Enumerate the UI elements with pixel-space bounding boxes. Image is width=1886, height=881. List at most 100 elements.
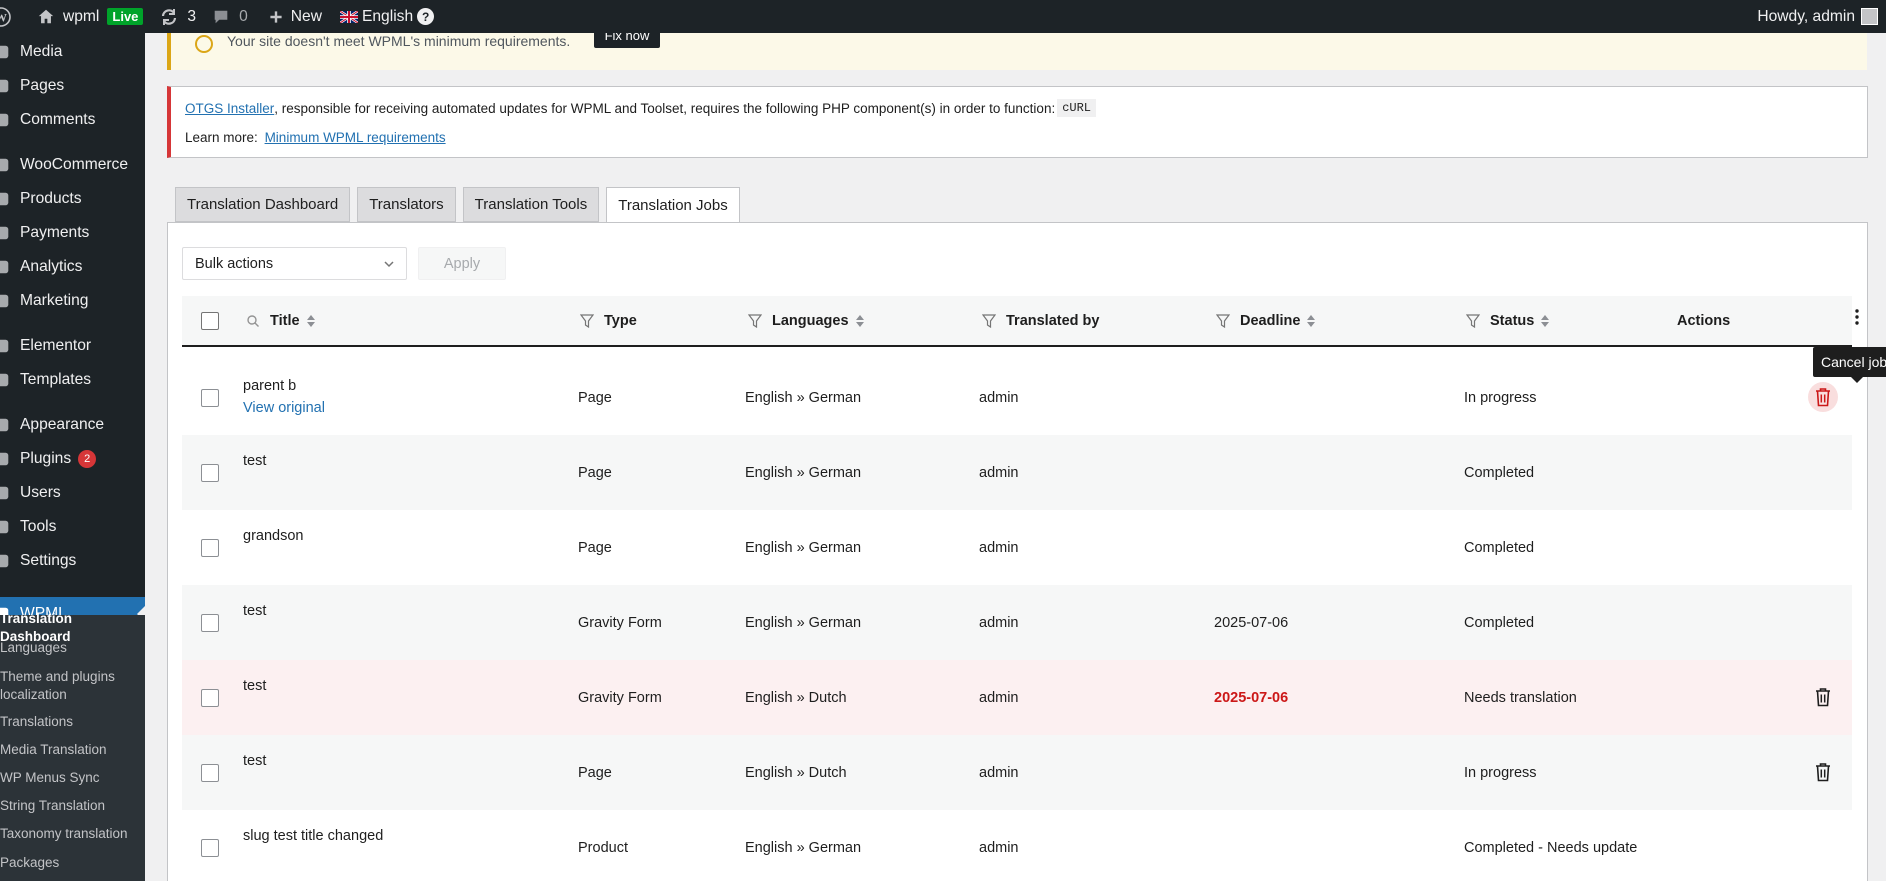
sort-icon[interactable] [1541,314,1550,327]
cancel-job-button[interactable] [1811,685,1835,709]
sort-icon[interactable] [1307,314,1316,327]
sidebar-item-elementor[interactable]: Elementor [0,329,145,363]
sort-icon[interactable] [855,314,864,327]
row-checkbox[interactable] [201,388,219,407]
updates-link[interactable]: 3 [151,0,204,33]
column-title[interactable]: Title [246,296,315,345]
submenu-item-media-translation[interactable]: Media Translation [0,741,140,759]
sidebar-item-templates[interactable]: Templates [0,363,145,397]
table-row: test Page English » Dutch admin In progress [182,735,1852,810]
column-actions: Actions [1677,296,1730,345]
my-account-link[interactable]: Howdy, admin [1749,0,1886,33]
comment-icon [214,10,228,23]
submenu-item-translations[interactable]: Translations [0,713,140,731]
cancel-job-button[interactable] [1811,760,1835,784]
language-switcher[interactable]: English ? [330,0,442,33]
column-type[interactable]: Type [580,296,637,345]
job-translator: admin [979,539,1019,556]
bulk-actions-select[interactable]: Bulk actions [182,247,407,280]
users-icon [0,483,12,503]
sidebar-item-label: Analytics [20,258,83,275]
site-name-link[interactable]: wpml Live [19,0,151,33]
help-icon[interactable]: ? [417,8,435,25]
sidebar-item-marketing[interactable]: Marketing [0,284,145,318]
job-title: test [243,603,267,619]
row-checkbox[interactable] [201,688,219,707]
tab-translation-tools[interactable]: Translation Tools [462,187,600,222]
sidebar-item-payments[interactable]: Payments [0,216,145,250]
sidebar-item-users[interactable]: Users [0,476,145,510]
otgs-installer-link[interactable]: OTGS Installer [185,101,274,116]
column-status[interactable]: Status [1466,296,1550,345]
howdy-text: Howdy, admin [1757,7,1855,25]
filter-icon[interactable] [1466,313,1480,328]
column-translated-by[interactable]: Translated by [982,296,1099,345]
row-checkbox[interactable] [201,463,219,482]
comments-link[interactable]: 0 [204,0,256,33]
submenu-item-packages[interactable]: Packages [0,854,140,872]
job-title-cell: test [243,453,266,469]
select-all-checkbox[interactable] [201,311,219,330]
job-title: grandson [243,528,304,544]
column-deadline[interactable]: Deadline [1216,296,1316,345]
wordpress-logo-icon[interactable]: W [0,0,19,33]
sidebar-item-label: Payments [20,224,90,241]
row-checkbox[interactable] [201,763,219,782]
warning-icon [195,35,213,53]
apply-button[interactable]: Apply [418,247,506,280]
filter-icon[interactable] [748,313,762,328]
submenu-item-wp-menus-sync[interactable]: WP Menus Sync [0,769,140,787]
sidebar-item-plugins[interactable]: Plugins 2 [0,442,145,476]
sidebar-item-products[interactable]: Products [0,182,145,216]
job-type: Page [578,764,612,781]
job-title-cell: test [243,678,266,694]
submenu-item-string-translation[interactable]: String Translation [0,797,140,815]
row-checkbox[interactable] [201,838,219,857]
job-deadline: 2025-07-06 [1214,614,1289,631]
table-header: Title Type Languages Translated by Deadl… [182,296,1852,347]
sidebar-item-media[interactable]: Media [0,35,145,69]
job-title: parent b [243,378,297,394]
minimum-requirements-link[interactable]: Minimum WPML requirements [265,130,446,145]
sidebar-item-woocommerce[interactable]: WooCommerce [0,148,145,182]
tab-translation-dashboard[interactable]: Translation Dashboard [175,187,351,222]
comments-count: 0 [239,7,248,25]
submenu-item-languages[interactable]: Languages [0,639,140,657]
submenu-item-taxonomy-translation[interactable]: Taxonomy translation [0,825,140,843]
job-status: Completed - Needs update [1464,839,1638,856]
column-deadline-label: Deadline [1240,312,1301,329]
new-content-link[interactable]: New [256,0,330,33]
column-type-label: Type [604,312,637,329]
plus-icon [270,10,282,23]
filter-icon[interactable] [982,313,996,328]
column-languages[interactable]: Languages [748,296,864,345]
filter-icon[interactable] [1216,313,1230,328]
home-icon [38,9,54,23]
sidebar-item-appearance[interactable]: Appearance [0,408,145,442]
sidebar-item-analytics[interactable]: Analytics [0,250,145,284]
search-icon[interactable] [246,314,260,328]
sidebar-item-comments[interactable]: Comments [0,103,145,137]
filter-icon[interactable] [580,313,594,328]
media-icon [0,42,12,62]
tab-translation-jobs[interactable]: Translation Jobs [606,187,740,223]
sidebar-item-tools[interactable]: Tools [0,510,145,544]
view-original-link[interactable]: View original [243,400,325,416]
cancel-job-button[interactable] [1808,382,1838,412]
row-checkbox[interactable] [201,613,219,632]
wpml-submenu: Translation Dashboard Languages Theme and … [0,611,145,881]
sort-icon[interactable] [306,314,315,327]
job-translator: admin [979,464,1019,481]
admin-bar: W wpml Live 3 0 New English ? Howdy, adm… [0,0,1886,33]
submenu-item-theme-and-plugins-localization[interactable]: Theme and plugins localization [0,668,140,704]
updates-icon [162,8,177,25]
row-checkbox[interactable] [201,538,219,557]
tab-translators[interactable]: Translators [357,187,456,222]
chevron-down-icon [384,261,394,268]
column-options-icon[interactable] [1855,309,1859,325]
job-title-cell: test [243,603,266,619]
sidebar-item-settings[interactable]: Settings [0,544,145,578]
sidebar-item-pages[interactable]: Pages [0,69,145,103]
svg-text:W: W [0,10,7,24]
job-languages: English » Dutch [745,689,847,706]
